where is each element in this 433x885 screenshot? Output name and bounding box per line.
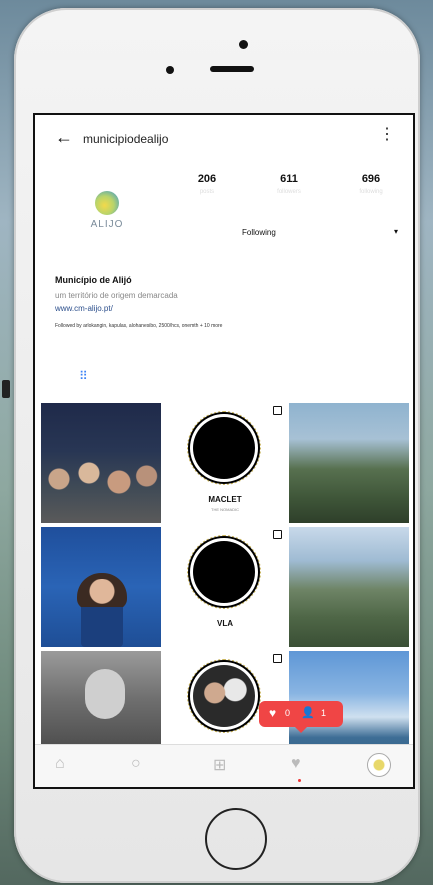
post-image bbox=[81, 579, 123, 647]
multiple-photos-icon bbox=[273, 530, 282, 539]
bottom-tab-bar: ⌂ ○ ⊞ ♥ bbox=[35, 744, 413, 787]
post-image bbox=[193, 541, 255, 603]
stat-following-label: following bbox=[359, 189, 383, 195]
user-icon: 👤 bbox=[301, 707, 315, 719]
profile-bio: Município de Alijó um território de orig… bbox=[55, 275, 405, 329]
add-post-icon[interactable]: ⊞ bbox=[213, 755, 226, 775]
stat-following[interactable]: 696 following bbox=[341, 173, 401, 195]
following-button-label: Following bbox=[242, 228, 276, 237]
profile-username: municipiodealijo bbox=[83, 132, 169, 146]
likes-count: 0 bbox=[285, 708, 291, 718]
grid-post[interactable] bbox=[289, 403, 409, 523]
front-camera bbox=[239, 40, 248, 49]
home-button[interactable] bbox=[205, 808, 267, 870]
post-subtitle: THE NOMADIC bbox=[211, 507, 239, 512]
stat-followers[interactable]: 611 followers bbox=[259, 173, 319, 195]
bio-text: um território de origem demarcada bbox=[55, 291, 178, 300]
activity-indicator bbox=[298, 779, 301, 782]
following-button[interactable]: Following ▾ bbox=[180, 223, 400, 245]
heart-icon[interactable]: ♥ bbox=[291, 755, 301, 773]
post-title: MACLET bbox=[208, 495, 242, 504]
post-image bbox=[193, 417, 255, 479]
grid-post[interactable]: MACLET THE NOMADIC bbox=[165, 403, 285, 523]
stat-following-value: 696 bbox=[361, 173, 381, 185]
grid-post[interactable]: VLA bbox=[165, 527, 285, 647]
activity-notification-bubble[interactable]: ♥ 0 👤 1 bbox=[259, 701, 343, 733]
arrow-left-icon[interactable]: ← bbox=[55, 127, 73, 148]
kebab-menu-icon[interactable]: ⋮ bbox=[379, 127, 395, 143]
avatar[interactable]: ALIJO bbox=[83, 187, 131, 239]
follows-count: 1 bbox=[321, 708, 327, 718]
multiple-photos-icon bbox=[273, 654, 282, 663]
followed-by-text[interactable]: Followed by arlokangin, kapulas, alohane… bbox=[55, 323, 405, 329]
municipality-logo-icon bbox=[95, 191, 119, 215]
top-bar: ← municipiodealijo ⋮ bbox=[35, 115, 413, 159]
post-image bbox=[193, 665, 255, 727]
post-title: VLA bbox=[217, 619, 233, 628]
stat-posts-label: posts bbox=[199, 189, 215, 195]
sensor bbox=[166, 66, 174, 74]
multiple-photos-icon bbox=[273, 406, 282, 415]
post-image bbox=[41, 449, 161, 509]
profile-name: Município de Alijó bbox=[55, 275, 132, 285]
instagram-profile-screen: ← municipiodealijo ⋮ ALIJO 206 posts 611… bbox=[33, 113, 415, 789]
grid-post[interactable] bbox=[289, 527, 409, 647]
logo-text: ALIJO bbox=[90, 219, 124, 230]
stat-followers-value: 611 bbox=[280, 173, 298, 185]
stat-posts-value: 206 bbox=[197, 173, 217, 185]
grid-icon[interactable]: ⠿ bbox=[79, 369, 88, 383]
profile-avatar-icon[interactable] bbox=[367, 753, 391, 777]
website-link[interactable]: www.cm-alijo.pt/ bbox=[55, 304, 405, 313]
side-button bbox=[2, 380, 10, 398]
grid-post[interactable] bbox=[41, 403, 161, 523]
search-icon[interactable]: ○ bbox=[131, 755, 141, 773]
stat-followers-label: followers bbox=[277, 189, 301, 195]
heart-icon: ♥ bbox=[269, 706, 277, 720]
post-image bbox=[85, 669, 125, 719]
stat-posts[interactable]: 206 posts bbox=[177, 173, 237, 195]
chevron-down-icon[interactable]: ▾ bbox=[394, 227, 398, 236]
home-icon[interactable]: ⌂ bbox=[55, 755, 65, 773]
earpiece-speaker bbox=[210, 66, 254, 72]
grid-post[interactable] bbox=[41, 527, 161, 647]
